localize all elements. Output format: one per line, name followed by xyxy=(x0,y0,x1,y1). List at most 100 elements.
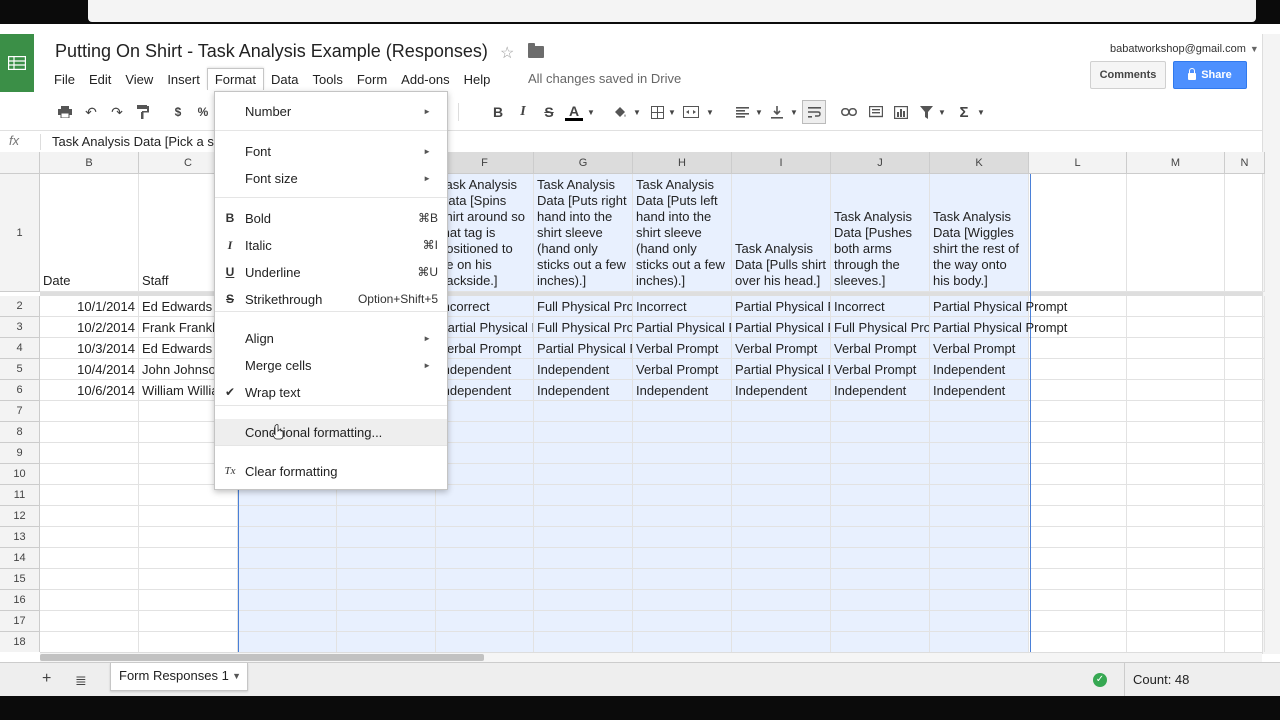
cell-l5[interactable] xyxy=(1029,359,1127,380)
cell-g14[interactable] xyxy=(534,548,633,569)
cell-g2[interactable]: Full Physical Prompt xyxy=(534,296,633,317)
chevron-down-icon[interactable]: ▼ xyxy=(232,663,241,689)
cell-g17[interactable] xyxy=(534,611,633,632)
cell-n12[interactable] xyxy=(1225,506,1265,527)
cell-e13[interactable] xyxy=(337,527,436,548)
cell-i3[interactable]: Partial Physical Prompt xyxy=(732,317,831,338)
cell-m16[interactable] xyxy=(1127,590,1225,611)
column-header-f[interactable]: F xyxy=(436,152,534,174)
cell-d12[interactable] xyxy=(238,506,337,527)
cell-d14[interactable] xyxy=(238,548,337,569)
cell-g16[interactable] xyxy=(534,590,633,611)
menu-item-font[interactable]: Font ► xyxy=(215,138,447,164)
cell-k7[interactable] xyxy=(930,401,1029,422)
cell-b2[interactable]: 10/1/2014 xyxy=(40,296,139,317)
cell-b17[interactable] xyxy=(40,611,139,632)
account-menu[interactable]: babatworkshop@gmail.com ▼ xyxy=(1110,43,1259,55)
vertical-align-icon[interactable] xyxy=(768,97,786,127)
cell-f18[interactable] xyxy=(436,632,534,652)
star-icon[interactable]: ☆ xyxy=(500,43,514,63)
cell-j10[interactable] xyxy=(831,464,930,485)
chevron-down-icon[interactable]: ▼ xyxy=(755,97,763,127)
cell-n15[interactable] xyxy=(1225,569,1265,590)
print-icon[interactable] xyxy=(55,97,75,127)
row-header-2[interactable]: 2 xyxy=(0,296,40,317)
cell-m4[interactable] xyxy=(1127,338,1225,359)
cell-i13[interactable] xyxy=(732,527,831,548)
cell-f17[interactable] xyxy=(436,611,534,632)
cell-k8[interactable] xyxy=(930,422,1029,443)
cell-j18[interactable] xyxy=(831,632,930,652)
cell-c18[interactable] xyxy=(139,632,238,652)
cell-c12[interactable] xyxy=(139,506,238,527)
menu-item-font-size[interactable]: Font size ► xyxy=(215,165,447,191)
cell-i6[interactable]: Independent xyxy=(732,380,831,401)
selection-count[interactable]: Count: 48 xyxy=(1124,663,1280,697)
column-header-k[interactable]: K xyxy=(930,152,1029,174)
cell-h8[interactable] xyxy=(633,422,732,443)
cell-m18[interactable] xyxy=(1127,632,1225,652)
menu-tools[interactable]: Tools xyxy=(305,69,349,90)
column-header-h[interactable]: H xyxy=(633,152,732,174)
row-header-10[interactable]: 10 xyxy=(0,464,40,485)
cell-m5[interactable] xyxy=(1127,359,1225,380)
column-header-j[interactable]: J xyxy=(831,152,930,174)
cell-i7[interactable] xyxy=(732,401,831,422)
row-header-15[interactable]: 15 xyxy=(0,569,40,590)
cell-i9[interactable] xyxy=(732,443,831,464)
cell-k6[interactable]: Independent xyxy=(930,380,1029,401)
cell-g12[interactable] xyxy=(534,506,633,527)
cell-g10[interactable] xyxy=(534,464,633,485)
document-title[interactable]: Putting On Shirt - Task Analysis Example… xyxy=(55,41,488,62)
cell-m6[interactable] xyxy=(1127,380,1225,401)
cell-d18[interactable] xyxy=(238,632,337,652)
cell-j9[interactable] xyxy=(831,443,930,464)
cell-j14[interactable] xyxy=(831,548,930,569)
cell-k10[interactable] xyxy=(930,464,1029,485)
cell-j15[interactable] xyxy=(831,569,930,590)
cell-n17[interactable] xyxy=(1225,611,1265,632)
cell-f13[interactable] xyxy=(436,527,534,548)
cell-b8[interactable] xyxy=(40,422,139,443)
cell-b16[interactable] xyxy=(40,590,139,611)
sheet-tab-form-responses[interactable]: Form Responses 1 ▼ xyxy=(110,663,248,691)
cell-n11[interactable] xyxy=(1225,485,1265,506)
spreadsheet-grid[interactable]: BCDEFGHIJKLMN1DateStaffTask Analysis Dat… xyxy=(0,152,1280,652)
cell-c15[interactable] xyxy=(139,569,238,590)
cell-f9[interactable] xyxy=(436,443,534,464)
cell-b6[interactable]: 10/6/2014 xyxy=(40,380,139,401)
cell-h15[interactable] xyxy=(633,569,732,590)
cell-h4[interactable]: Verbal Prompt xyxy=(633,338,732,359)
cell-h11[interactable] xyxy=(633,485,732,506)
column-header-g[interactable]: G xyxy=(534,152,633,174)
cell-i1[interactable]: Task Analysis Data [Pulls shirt over his… xyxy=(732,174,831,292)
menu-item-merge-cells[interactable]: Merge cells ► xyxy=(215,352,447,378)
cell-n7[interactable] xyxy=(1225,401,1265,422)
row-header-6[interactable]: 6 xyxy=(0,380,40,401)
formula-input[interactable]: Task Analysis Data [Pick a s xyxy=(52,134,214,149)
undo-icon[interactable]: ↶ xyxy=(81,97,101,127)
cell-g15[interactable] xyxy=(534,569,633,590)
cell-h18[interactable] xyxy=(633,632,732,652)
cell-l1[interactable] xyxy=(1029,174,1127,292)
cell-f8[interactable] xyxy=(436,422,534,443)
cell-n18[interactable] xyxy=(1225,632,1265,652)
cell-n3[interactable] xyxy=(1225,317,1265,338)
cell-g5[interactable]: Independent xyxy=(534,359,633,380)
sheets-logo[interactable] xyxy=(0,34,34,92)
chevron-down-icon[interactable]: ▼ xyxy=(668,97,676,127)
menu-form[interactable]: Form xyxy=(350,69,394,90)
cell-j7[interactable] xyxy=(831,401,930,422)
menu-data[interactable]: Data xyxy=(264,69,305,90)
cell-k3[interactable]: Partial Physical Prompt xyxy=(930,317,1067,338)
menu-item-align[interactable]: Align ► xyxy=(215,325,447,351)
cell-m7[interactable] xyxy=(1127,401,1225,422)
cell-f1[interactable]: Task Analysis Data [Spins shirt around s… xyxy=(436,174,534,292)
cell-l16[interactable] xyxy=(1029,590,1127,611)
cell-n9[interactable] xyxy=(1225,443,1265,464)
cell-d16[interactable] xyxy=(238,590,337,611)
currency-format-button[interactable]: $ xyxy=(170,97,186,127)
menu-file[interactable]: File xyxy=(47,69,82,90)
cell-h9[interactable] xyxy=(633,443,732,464)
menu-item-strikethrough[interactable]: S Strikethrough Option+Shift+5 xyxy=(215,286,447,312)
